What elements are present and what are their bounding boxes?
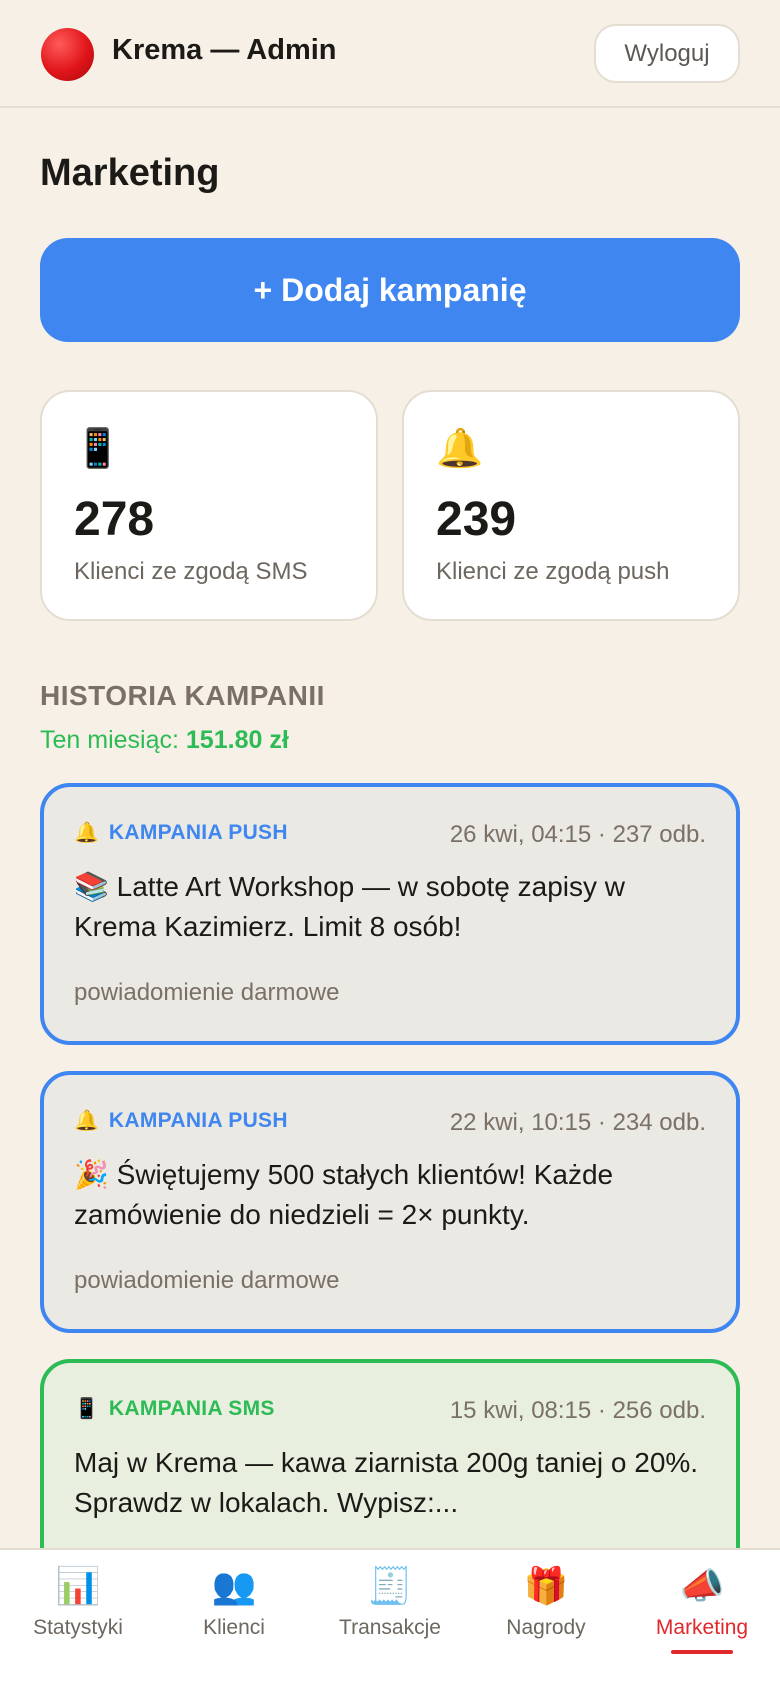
page-title: Marketing	[40, 152, 220, 194]
campaign-type: 🔔 KAMPANIA PUSH	[74, 1109, 288, 1133]
add-campaign-button[interactable]: + Dodaj kampanię	[40, 238, 740, 342]
nav-label: Statystyki	[33, 1616, 123, 1639]
app-header: Krema — Admin Wyloguj	[0, 0, 780, 108]
nav-label: Klienci	[203, 1616, 265, 1639]
logo-icon	[41, 28, 94, 81]
nav-label: Marketing	[655, 1616, 749, 1639]
campaign-type-label: KAMPANIA PUSH	[108, 1109, 288, 1132]
campaign-message: 🎉 Świętujemy 500 stałych klientów! Każde…	[74, 1159, 614, 1230]
month-spend-label: Ten miesiąc:	[40, 726, 179, 754]
chart-icon: 📊	[55, 1565, 101, 1606]
phone-icon: 📱	[74, 428, 122, 470]
nav-item-nagrody[interactable]: 🎁 Nagrody	[468, 1550, 624, 1688]
campaign-type: 📱 KAMPANIA SMS	[74, 1397, 275, 1421]
month-spend: Ten miesiąc: 151.80 zł	[40, 726, 289, 755]
nav-label: Transakcje	[339, 1616, 441, 1639]
push-consent-label: Klienci ze zgodą push	[436, 558, 670, 585]
nav-item-statystyki[interactable]: 📊 Statystyki	[0, 1550, 156, 1688]
receipt-icon: 🧾	[367, 1565, 413, 1606]
bell-icon: 🔔	[436, 428, 484, 470]
push-consent-card: 🔔 239 Klienci ze zgodą push	[402, 390, 740, 621]
nav-item-marketing[interactable]: 📣 Marketing	[624, 1550, 780, 1688]
campaign-meta: 26 kwi, 04:15 · 237 odb.	[449, 821, 706, 848]
sms-consent-label: Klienci ze zgodą SMS	[74, 558, 308, 585]
users-icon: 👥	[211, 1565, 257, 1606]
gift-icon: 🎁	[523, 1565, 569, 1606]
campaign-meta: 15 kwi, 08:15 · 256 odb.	[449, 1397, 706, 1424]
bell-icon: 🔔	[74, 1110, 99, 1132]
nav-item-transakcje[interactable]: 🧾 Transakcje	[312, 1550, 468, 1688]
phone-icon: 📱	[74, 1398, 99, 1420]
sms-consent-count: 278	[74, 493, 155, 546]
campaign-note: powiadomienie darmowe	[74, 1267, 340, 1294]
campaign-note: powiadomienie darmowe	[74, 979, 340, 1006]
month-spend-amount: 151.80 zł	[185, 726, 289, 754]
sms-consent-card: 📱 278 Klienci ze zgodą SMS	[40, 390, 378, 621]
bottom-nav: 📊 Statystyki 👥 Klienci 🧾 Transakcje 🎁 Na…	[0, 1548, 780, 1688]
nav-item-klienci[interactable]: 👥 Klienci	[156, 1550, 312, 1688]
campaign-meta: 22 kwi, 10:15 · 234 odb.	[449, 1109, 706, 1136]
active-tab-indicator	[671, 1650, 733, 1654]
campaign-type-label: KAMPANIA SMS	[108, 1397, 275, 1420]
campaign-message: 📚 Latte Art Workshop — w sobotę zapisy w…	[74, 871, 626, 942]
bell-icon: 🔔	[74, 822, 99, 844]
nav-label: Nagrody	[506, 1616, 586, 1639]
app-title: Krema — Admin	[112, 34, 337, 66]
push-consent-count: 239	[436, 493, 517, 546]
campaign-history-title: HISTORIA KAMPANII	[40, 680, 325, 711]
logout-button[interactable]: Wyloguj	[594, 24, 740, 83]
campaign-card-push[interactable]: 🔔 KAMPANIA PUSH 22 kwi, 10:15 · 234 odb.…	[40, 1071, 740, 1333]
campaign-type: 🔔 KAMPANIA PUSH	[74, 821, 288, 845]
megaphone-icon: 📣	[679, 1565, 725, 1606]
campaign-type-label: KAMPANIA PUSH	[108, 821, 288, 844]
campaign-message: Maj w Krema — kawa ziarnista 200g taniej…	[74, 1447, 699, 1518]
campaign-card-push[interactable]: 🔔 KAMPANIA PUSH 26 kwi, 04:15 · 237 odb.…	[40, 783, 740, 1045]
